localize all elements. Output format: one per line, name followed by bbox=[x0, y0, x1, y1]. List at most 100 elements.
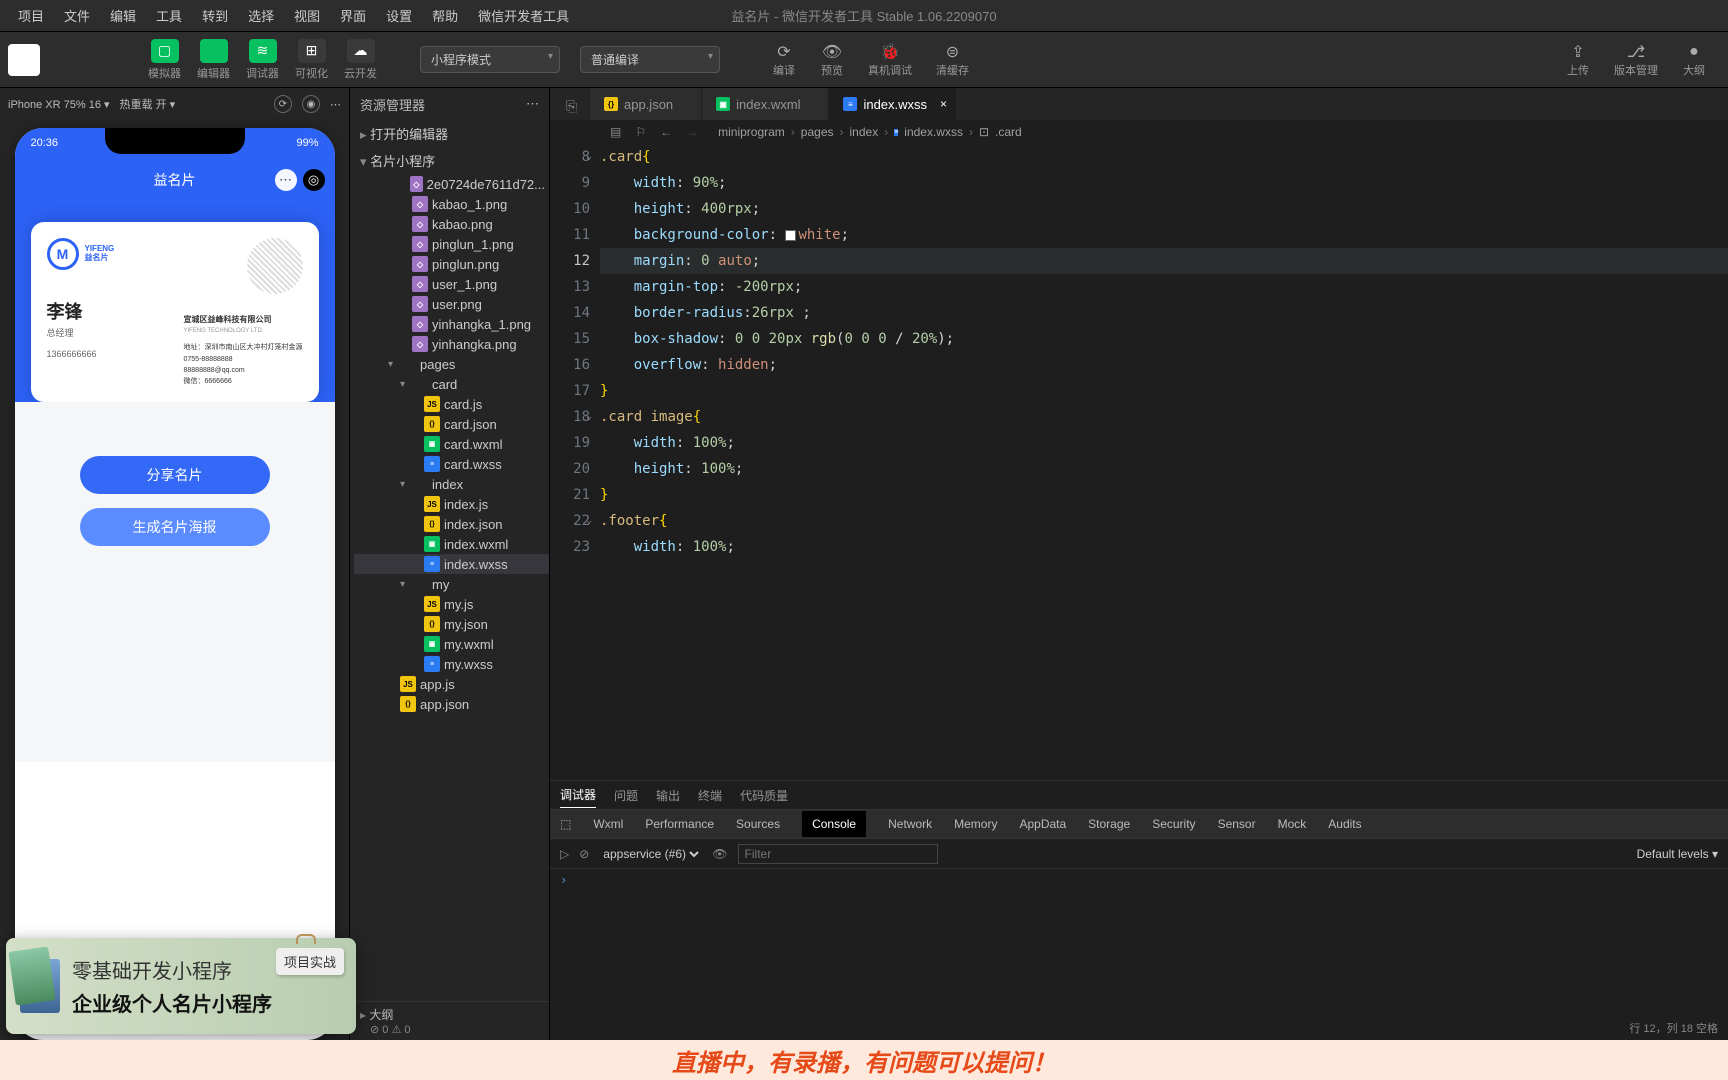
file-tree-item[interactable]: {} my.json bbox=[354, 614, 549, 634]
mode-dropdown[interactable]: 小程序模式 bbox=[420, 46, 560, 73]
breadcrumb-item[interactable]: .card bbox=[995, 125, 1022, 139]
devtools-tab[interactable]: Storage bbox=[1088, 817, 1130, 831]
explorer-more-icon[interactable]: ⋯ bbox=[526, 96, 539, 112]
devtools-tab[interactable]: AppData bbox=[1019, 817, 1066, 831]
menu-item[interactable]: 视图 bbox=[284, 6, 330, 25]
file-tree-item[interactable]: ◇ user.png bbox=[354, 294, 549, 314]
devtools-inspect-icon[interactable]: ⬚ bbox=[560, 817, 571, 831]
devtools-tab[interactable]: Mock bbox=[1278, 817, 1307, 831]
file-tree-item[interactable]: ▣ card.wxml bbox=[354, 434, 549, 454]
menu-item[interactable]: 工具 bbox=[146, 6, 192, 25]
code-line[interactable]: width: 100%; bbox=[600, 534, 1728, 560]
toolbar-action[interactable]: ⊜ 清缓存 bbox=[924, 40, 981, 80]
toolbar-right-action[interactable]: ⎇ 版本管理 bbox=[1602, 40, 1670, 80]
menu-item[interactable]: 界面 bbox=[330, 6, 376, 25]
editor-tab[interactable]: ▣ index.wxml bbox=[702, 88, 829, 120]
code-line[interactable]: box-shadow: 0 0 20px rgb(0 0 0 / 20%); bbox=[600, 326, 1728, 352]
file-tree-item[interactable]: ◇ yinhangka_1.png bbox=[354, 314, 549, 334]
code-line[interactable]: height: 100%; bbox=[600, 456, 1728, 482]
breadcrumb-item[interactable]: miniprogram bbox=[718, 125, 785, 139]
devtools-tab[interactable]: Security bbox=[1152, 817, 1195, 831]
devtools-tab[interactable]: Audits bbox=[1328, 817, 1361, 831]
devtools-tab[interactable]: Sensor bbox=[1218, 817, 1256, 831]
menu-item[interactable]: 转到 bbox=[192, 6, 238, 25]
debugger-tab[interactable]: 终端 bbox=[698, 783, 722, 808]
code-line[interactable]: ⌄.card image{ bbox=[600, 404, 1728, 430]
editor-tab[interactable]: {} app.json bbox=[590, 88, 702, 120]
menu-item[interactable]: 微信开发者工具 bbox=[468, 6, 579, 25]
file-tree-item[interactable]: ▣ my.wxml bbox=[354, 634, 549, 654]
file-tree-item[interactable]: JS index.js bbox=[354, 494, 549, 514]
file-tree-item[interactable]: ▾ pages bbox=[354, 354, 549, 374]
files-icon[interactable]: ⎘ bbox=[566, 98, 577, 115]
file-tree-item[interactable]: {} card.json bbox=[354, 414, 549, 434]
editor-tab[interactable]: ≡ index.wxss × bbox=[829, 88, 956, 120]
capsule-more-icon[interactable]: ⋯ bbox=[275, 169, 297, 191]
file-tree-item[interactable]: {} index.json bbox=[354, 514, 549, 534]
back-icon[interactable]: ← bbox=[660, 125, 672, 139]
file-tree-item[interactable]: JS my.js bbox=[354, 594, 549, 614]
app-logo[interactable] bbox=[8, 44, 40, 76]
pin-icon[interactable]: ▤ bbox=[610, 125, 621, 139]
file-tree-item[interactable]: ▾ card bbox=[354, 374, 549, 394]
code-line[interactable]: ⌄.card{ bbox=[600, 144, 1728, 170]
menu-item[interactable]: 文件 bbox=[54, 6, 100, 25]
file-tree-item[interactable]: ≡ card.wxss bbox=[354, 454, 549, 474]
share-card-button[interactable]: 分享名片 bbox=[80, 456, 270, 494]
outline-section[interactable]: ▸ 大纲 bbox=[360, 1006, 539, 1023]
file-tree-item[interactable]: ▾ index bbox=[354, 474, 549, 494]
compile-dropdown[interactable]: 普通编译 bbox=[580, 46, 720, 73]
code-line[interactable]: } bbox=[600, 482, 1728, 508]
more-icon[interactable]: ⋯ bbox=[330, 98, 341, 111]
record-icon[interactable]: ◉ bbox=[302, 95, 320, 113]
toolbar-button[interactable]: ▢ 模拟器 bbox=[140, 37, 189, 83]
toolbar-button[interactable]: 编辑器 bbox=[189, 37, 238, 83]
fold-icon[interactable]: ⌄ bbox=[586, 404, 592, 430]
bookmark-icon[interactable]: ⚐ bbox=[635, 125, 646, 139]
code-line[interactable]: margin-top: -200rpx; bbox=[600, 274, 1728, 300]
file-tree-item[interactable]: JS card.js bbox=[354, 394, 549, 414]
console-filter-input[interactable] bbox=[738, 844, 938, 864]
fwd-icon[interactable]: → bbox=[686, 125, 698, 139]
debugger-tab[interactable]: 问题 bbox=[614, 783, 638, 808]
menu-item[interactable]: 编辑 bbox=[100, 6, 146, 25]
file-tree-item[interactable]: ≡ my.wxss bbox=[354, 654, 549, 674]
file-tree-item[interactable]: ◇ 2e0724de7611d72... bbox=[354, 174, 549, 194]
menu-item[interactable]: 项目 bbox=[8, 6, 54, 25]
refresh-icon[interactable]: ⟳ bbox=[274, 95, 292, 113]
console-clear-icon[interactable]: ⊘ bbox=[579, 847, 589, 861]
code-line[interactable]: } bbox=[600, 378, 1728, 404]
file-tree-item[interactable]: ◇ kabao.png bbox=[354, 214, 549, 234]
toolbar-action[interactable]: 🐞 真机调试 bbox=[856, 40, 924, 80]
code-line[interactable]: width: 90%; bbox=[600, 170, 1728, 196]
file-tree-item[interactable]: {} app.json bbox=[354, 694, 549, 714]
file-tree-item[interactable]: ◇ kabao_1.png bbox=[354, 194, 549, 214]
breadcrumb-item[interactable]: index bbox=[850, 125, 879, 139]
devtools-tab[interactable]: Memory bbox=[954, 817, 997, 831]
file-tree-item[interactable]: ◇ user_1.png bbox=[354, 274, 549, 294]
device-selector[interactable]: iPhone XR 75% 16 ▾ bbox=[8, 98, 110, 111]
toolbar-button[interactable]: ≋ 调试器 bbox=[238, 37, 287, 83]
devtools-tab[interactable]: Console bbox=[802, 811, 866, 837]
fold-icon[interactable]: ⌄ bbox=[586, 144, 592, 170]
breadcrumb-item[interactable]: pages bbox=[801, 125, 834, 139]
hot-reload-toggle[interactable]: 热重载 开 ▾ bbox=[120, 96, 176, 112]
close-icon[interactable]: × bbox=[940, 97, 947, 111]
file-tree-item[interactable]: JS app.js bbox=[354, 674, 549, 694]
breadcrumb-item[interactable]: index.wxss bbox=[904, 125, 963, 139]
file-tree-item[interactable]: ≡ index.wxss bbox=[354, 554, 549, 574]
toolbar-button[interactable]: ☁ 云开发 bbox=[336, 37, 385, 83]
file-tree-item[interactable]: ◇ yinhangka.png bbox=[354, 334, 549, 354]
code-line[interactable]: width: 100%; bbox=[600, 430, 1728, 456]
console-play-icon[interactable]: ▷ bbox=[560, 847, 569, 861]
debugger-tab[interactable]: 调试器 bbox=[560, 782, 596, 808]
toolbar-right-action[interactable]: ⇪ 上传 bbox=[1554, 40, 1602, 80]
code-line[interactable]: height: 400rpx; bbox=[600, 196, 1728, 222]
code-line[interactable]: margin: 0 auto; bbox=[600, 248, 1728, 274]
file-tree-item[interactable]: ▾ my bbox=[354, 574, 549, 594]
execution-context-dropdown[interactable]: appservice (#6) bbox=[599, 846, 702, 862]
code-line[interactable]: ⌄.footer{ bbox=[600, 508, 1728, 534]
project-section[interactable]: 名片小程序 bbox=[350, 147, 549, 174]
devtools-tab[interactable]: Wxml bbox=[593, 817, 623, 831]
generate-poster-button[interactable]: 生成名片海报 bbox=[80, 508, 270, 546]
